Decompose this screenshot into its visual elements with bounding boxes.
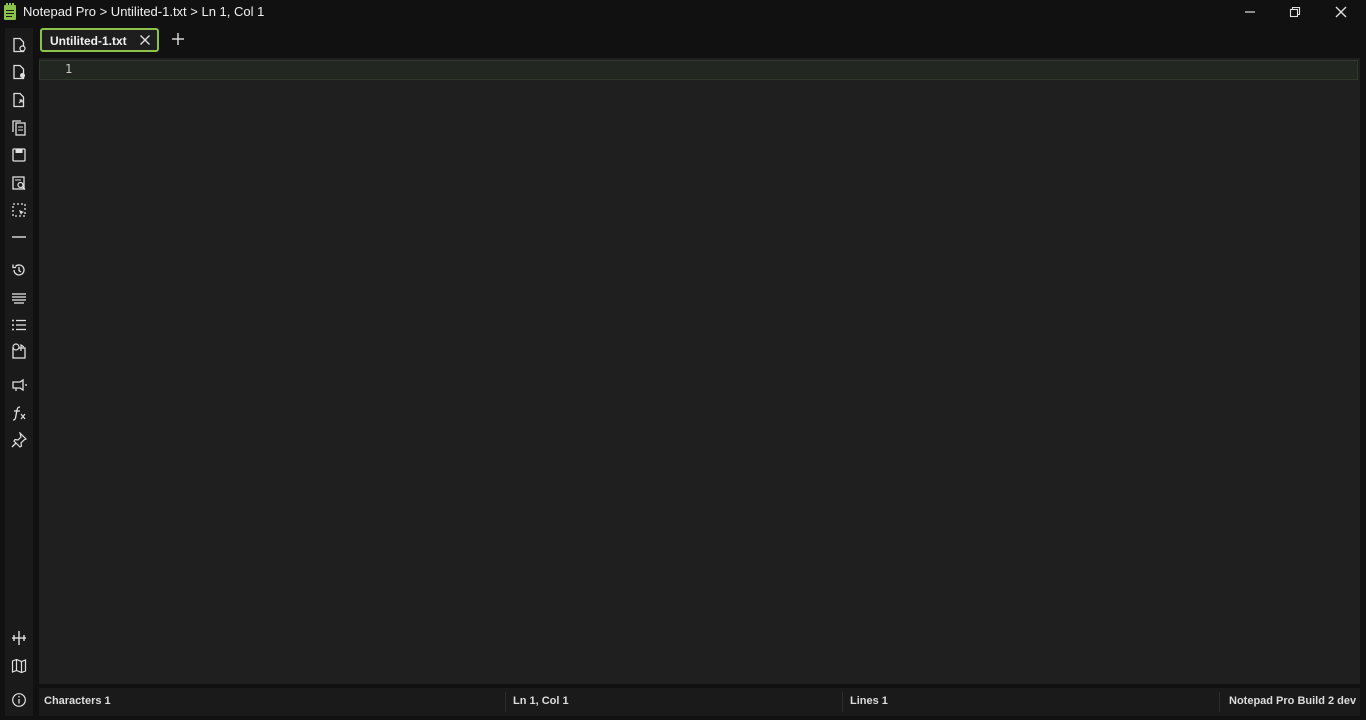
history-button[interactable] <box>10 261 28 279</box>
word-wrap-button[interactable] <box>10 289 28 307</box>
restore-icon <box>1289 6 1301 18</box>
new-file-icon <box>13 37 26 53</box>
save-icon <box>12 148 26 162</box>
split-view-button[interactable] <box>10 629 28 647</box>
close-icon[interactable] <box>139 34 151 46</box>
current-line-highlight <box>39 60 1358 80</box>
list-button[interactable] <box>10 316 28 334</box>
status-divider <box>505 692 506 712</box>
build-info: Notepad Pro Build 2 dev <box>1229 695 1357 707</box>
tab-strip: Untilited-1.txt <box>37 26 1366 56</box>
open-file-button[interactable] <box>10 63 28 81</box>
close-icon <box>1335 6 1347 18</box>
notepad-app-icon <box>4 3 16 20</box>
snippet-button[interactable] <box>10 342 28 360</box>
list-icon <box>12 319 26 331</box>
copy-file-button[interactable] <box>10 119 28 137</box>
minimize-button[interactable] <box>1227 0 1273 24</box>
function-icon <box>12 406 26 421</box>
restore-button[interactable] <box>1272 0 1318 24</box>
status-divider <box>842 692 843 712</box>
close-window-button[interactable] <box>1318 0 1364 24</box>
history-icon <box>12 264 25 276</box>
window-title: Notepad Pro > Untilited-1.txt > Ln 1, Co… <box>23 4 265 19</box>
read-aloud-button[interactable] <box>10 376 28 394</box>
export-file-button[interactable] <box>10 91 28 109</box>
line-number: 1 <box>65 62 73 76</box>
sidebar <box>5 28 33 716</box>
select-all-button[interactable] <box>10 201 28 219</box>
horizontal-rule-button[interactable] <box>10 228 28 246</box>
pin-button[interactable] <box>10 431 28 449</box>
word-wrap-icon <box>12 293 26 304</box>
info-icon <box>12 693 26 707</box>
select-all-icon <box>12 203 26 217</box>
find-in-file-icon <box>12 176 26 190</box>
speaker-icon <box>12 378 27 392</box>
status-bar: Characters 1 Ln 1, Col 1 Lines 1 Notepad… <box>39 688 1360 716</box>
book-icon <box>11 658 27 674</box>
title-bar: Notepad Pro > Untilited-1.txt > Ln 1, Co… <box>0 0 1366 24</box>
reading-mode-button[interactable] <box>10 657 28 675</box>
info-button[interactable] <box>10 691 28 709</box>
function-button[interactable] <box>10 404 28 422</box>
divider-line-icon <box>12 236 26 238</box>
minimize-icon <box>1245 11 1255 13</box>
tab-untitled-1[interactable]: Untilited-1.txt <box>40 28 159 52</box>
find-button[interactable] <box>10 174 28 192</box>
text-editor[interactable]: 1 <box>39 58 1360 684</box>
pin-icon <box>11 432 27 448</box>
tab-label: Untilited-1.txt <box>50 34 127 48</box>
cursor-position[interactable]: Ln 1, Col 1 <box>513 695 569 707</box>
split-view-icon <box>12 631 26 645</box>
line-count: Lines 1 <box>850 695 888 707</box>
character-count: Characters 1 <box>44 695 111 707</box>
new-file-button[interactable] <box>10 36 28 54</box>
plus-icon[interactable] <box>171 32 185 46</box>
copy-file-icon <box>12 120 26 136</box>
snippet-icon <box>12 343 26 359</box>
export-file-icon <box>13 92 25 108</box>
save-button[interactable] <box>10 146 28 164</box>
open-file-icon <box>13 64 25 80</box>
status-divider <box>1219 692 1220 712</box>
